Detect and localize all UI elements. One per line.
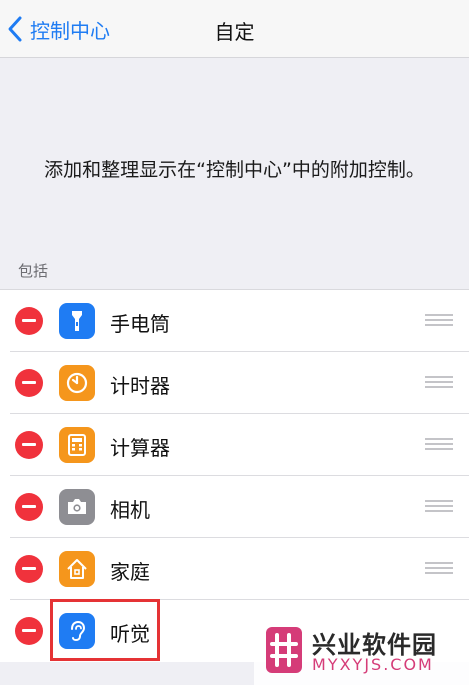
item-label: 计算器 — [110, 436, 170, 460]
screen: 控制中心 自定 添加和整理显示在“控制中心”中的附加控制。 包括 手电筒 计时器 — [0, 0, 469, 685]
remove-button[interactable] — [15, 493, 43, 521]
camera-icon — [59, 489, 95, 525]
watermark: 兴业软件园 MYXYJS.COM — [254, 617, 469, 685]
timer-icon — [59, 365, 95, 401]
list-item-flashlight: 手电筒 — [0, 290, 469, 352]
reorder-handle-icon[interactable] — [425, 562, 453, 576]
description-text: 添加和整理显示在“控制中心”中的附加控制。 — [44, 159, 425, 181]
remove-button[interactable] — [15, 431, 43, 459]
remove-button[interactable] — [15, 617, 43, 645]
list-item-home: 家庭 — [0, 538, 469, 600]
remove-button[interactable] — [15, 369, 43, 397]
list-item-camera: 相机 — [0, 476, 469, 538]
highlight-box — [50, 599, 160, 661]
section-header: 包括 — [18, 262, 49, 280]
remove-button[interactable] — [15, 555, 43, 583]
calculator-icon — [59, 427, 95, 463]
reorder-handle-icon[interactable] — [425, 438, 453, 452]
item-label: 家庭 — [110, 560, 150, 584]
navigation-bar: 控制中心 自定 — [0, 0, 469, 58]
logo-icon — [266, 627, 302, 673]
page-title: 自定 — [214, 20, 255, 44]
item-label: 相机 — [110, 498, 150, 522]
flashlight-icon — [59, 303, 95, 339]
watermark-subtitle: MYXYJS.COM — [312, 655, 434, 674]
item-label: 手电筒 — [110, 312, 170, 336]
reorder-handle-icon[interactable] — [425, 314, 453, 328]
remove-button[interactable] — [15, 307, 43, 335]
item-label: 计时器 — [110, 374, 170, 398]
home-icon — [59, 551, 95, 587]
list-item-timer: 计时器 — [0, 352, 469, 414]
list-item-calculator: 计算器 — [0, 414, 469, 476]
reorder-handle-icon[interactable] — [425, 376, 453, 390]
reorder-handle-icon[interactable] — [425, 500, 453, 514]
